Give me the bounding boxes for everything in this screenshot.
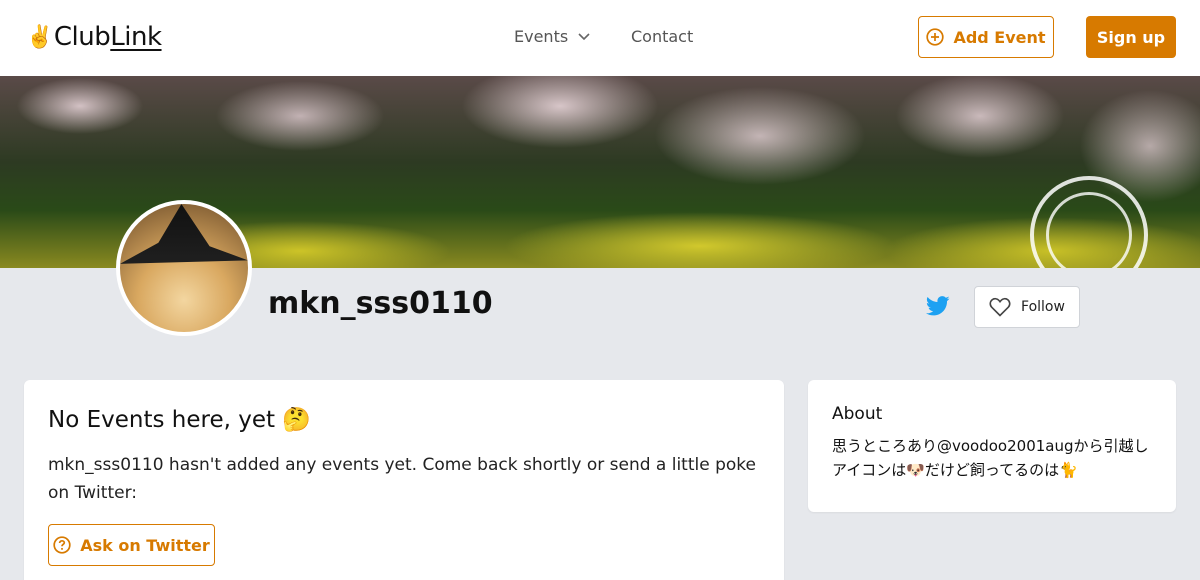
add-event-label: Add Event [953, 27, 1046, 47]
clublink-logo[interactable]: ✌️ Club Link [26, 22, 162, 52]
events-menu-label: Events [514, 27, 569, 46]
events-menu[interactable]: Events [514, 27, 590, 46]
events-card-message: mkn_sss0110 hasn't added any events yet.… [48, 455, 756, 503]
victory-hand-icon: ✌️ [26, 24, 53, 50]
about-card-title: About [832, 404, 883, 424]
question-circle-icon [53, 536, 71, 554]
follow-button[interactable]: Follow [974, 286, 1080, 328]
logo-link-text: Link [110, 22, 162, 52]
profile-avatar [116, 200, 252, 336]
signup-button[interactable]: Sign up [1086, 16, 1176, 58]
about-card: About 思うところあり@voodoo2001augから引越し アイコンは🐶だ… [808, 380, 1176, 512]
follow-label: Follow [1021, 299, 1065, 315]
contact-link[interactable]: Contact [631, 27, 693, 46]
events-card: No Events here, yet 🤔 mkn_sss0110 hasn't… [24, 380, 784, 580]
profile-username: mkn_sss0110 [268, 286, 493, 321]
banner-watermark-logo [1030, 176, 1148, 268]
about-card-text: 思うところあり@voodoo2001augから引越し アイコンは🐶だけど飼ってる… [832, 437, 1149, 479]
heart-icon [989, 297, 1011, 317]
top-navbar: ✌️ Club Link Events Contact Add Event Sig… [0, 0, 1200, 76]
plus-circle-icon [926, 28, 945, 46]
add-event-button[interactable]: Add Event [918, 16, 1054, 58]
twitter-icon[interactable] [926, 296, 950, 316]
chevron-down-icon [578, 32, 590, 40]
ask-on-twitter-button[interactable]: Ask on Twitter [48, 524, 215, 566]
logo-club-text: Club [53, 22, 111, 52]
ask-on-twitter-label: Ask on Twitter [80, 535, 210, 555]
events-card-title: No Events here, yet 🤔 [48, 407, 311, 433]
